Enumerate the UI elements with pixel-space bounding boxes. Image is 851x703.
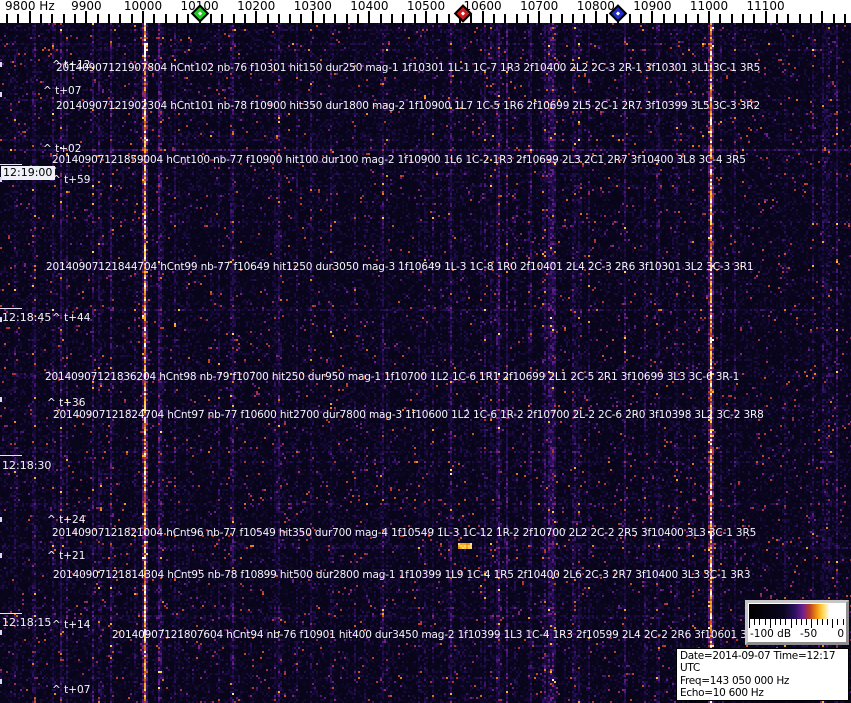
db-tick: [769, 619, 771, 628]
time-label: 12:18:15: [2, 616, 52, 629]
event-edge-mark: [0, 397, 2, 402]
db-tick: [785, 619, 787, 625]
detection-log-line: 20140907121836204 hCnt98 nb-79 f10700 hi…: [45, 371, 740, 383]
event-edge-mark: [0, 517, 2, 522]
db-tick: [754, 619, 756, 625]
db-tick: [795, 619, 797, 625]
info-echo: Echo=10 600 Hz: [680, 687, 764, 700]
info-observer-code: HPHK: [680, 700, 845, 703]
db-tick: [806, 619, 808, 625]
db-label-mid: -50: [800, 628, 818, 640]
time-offset-tag: ^ t+14: [52, 619, 91, 631]
status-info-box: Date=2014-09-07 Time=12:17 UTC Freq=143 …: [676, 648, 849, 703]
db-tick: [780, 619, 782, 625]
event-edge-mark: [0, 679, 2, 684]
time-offset-tag: ^ t+21: [47, 550, 86, 562]
db-scale-labels: -100 dB -50 0: [749, 628, 845, 640]
detection-log-line: 20140907121824704 hCnt97 nb-77 f10600 hi…: [53, 409, 764, 421]
db-tick: [759, 619, 761, 625]
time-tick: [0, 164, 22, 165]
db-tick: [832, 619, 834, 628]
db-label-min: -100 dB: [750, 628, 792, 640]
db-tick: [811, 619, 813, 628]
db-scale-ticks: [749, 619, 845, 628]
db-tick: [837, 619, 839, 625]
db-tick: [775, 619, 776, 625]
db-tick: [842, 619, 844, 625]
time-offset-tag: ^ t+36: [47, 397, 86, 409]
detection-log-line: 20140907121814304 hCnt95 nb-78 f10899 hi…: [53, 569, 751, 581]
time-tick: [0, 308, 22, 309]
time-offset-tag: ^ t+59: [52, 174, 91, 186]
time-label: 12:18:45: [2, 311, 52, 324]
db-tick: [821, 619, 823, 625]
db-tick: [749, 619, 750, 628]
event-edge-mark: [0, 317, 2, 322]
time-tick: [0, 613, 22, 614]
time-offset-tag: ^ t+24: [47, 514, 86, 526]
time-label: 12:19:00: [1, 166, 56, 180]
event-edge-mark: [0, 177, 2, 182]
intensity-gradient-bar: [749, 604, 845, 619]
db-tick: [764, 619, 766, 625]
db-label-max: 0: [837, 628, 844, 640]
db-tick: [790, 619, 792, 628]
time-offset-tag: ^ t+07: [43, 85, 82, 97]
event-edge-mark: [0, 630, 2, 635]
detection-log-line: 20140907121859004 hCnt100 nb-77 f10900 h…: [52, 154, 746, 166]
time-label: 12:18:30: [2, 459, 52, 472]
db-tick: [827, 619, 828, 625]
annotation-overlay: 12:19:00 12:18:45 12:18:30 12:18:15 ^ t+12 ^ …: [0, 0, 851, 703]
db-tick: [816, 619, 818, 625]
info-date-time: Date=2014-09-07 Time=12:17 UTC: [680, 650, 836, 675]
event-edge-mark: [0, 92, 2, 97]
info-frequency: Freq=143 050 000 Hz: [680, 674, 790, 687]
detection-log-line: 20140907121807604 hCnt94 nb-76 f10901 hi…: [112, 629, 810, 641]
detection-log-line: 20140907121902304 hCnt101 nb-78 f10900 h…: [56, 100, 760, 112]
event-edge-mark: [0, 553, 2, 558]
time-offset-tag: ^ t+07: [52, 684, 91, 696]
detection-log-line: 20140907121907804 hCnt102 nb-76 f10301 h…: [56, 62, 761, 74]
detection-log-line: 20140907121821004 hCnt96 nb-77 f10549 hi…: [52, 527, 757, 539]
time-tick: [0, 455, 22, 456]
event-edge-mark: [0, 62, 2, 67]
detection-log-line: 20140907121844704 hCnt99 nb-77 f10649 hi…: [46, 261, 754, 273]
time-offset-tag: ^ t+44: [52, 312, 91, 324]
meteor-echo-spectrogram-window: 9800 Hz990010000101001020010300104001050…: [0, 0, 851, 703]
db-tick: [801, 619, 802, 625]
db-scale-legend: -100 dB -50 0: [745, 600, 849, 645]
